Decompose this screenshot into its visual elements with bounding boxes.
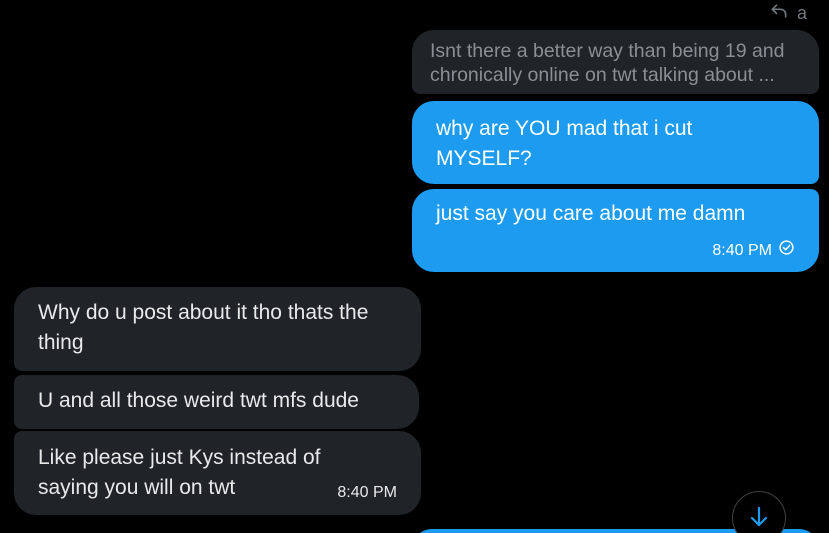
message-timestamp: 8:40 PM xyxy=(337,483,397,503)
outgoing-message[interactable]: just say you care about me damn 8:40 PM xyxy=(412,189,819,272)
reply-icon xyxy=(769,1,789,26)
quoted-message[interactable]: Isnt there a better way than being 19 an… xyxy=(412,30,819,94)
message-text: U and all those weird twt mfs dude xyxy=(38,389,359,412)
message-text: Why do u post about it tho thats the thi… xyxy=(38,301,369,354)
timestamp-text: 8:40 PM xyxy=(712,241,772,259)
sent-check-icon xyxy=(778,239,795,262)
message-timestamp: 8:40 PM xyxy=(712,239,795,262)
incoming-message[interactable]: Why do u post about it tho thats the thi… xyxy=(14,287,421,371)
scroll-to-bottom-button[interactable] xyxy=(732,491,786,533)
outgoing-message[interactable]: why are YOU mad that i cut MYSELF? xyxy=(412,101,819,184)
incoming-message[interactable]: Like please just Kys instead of saying y… xyxy=(14,431,421,515)
quoted-message-line-1: Isnt there a better way than being 19 an… xyxy=(430,40,785,62)
message-text: why are YOU mad that i cut MYSELF? xyxy=(436,117,693,170)
message-text: Like please just Kys instead of saying y… xyxy=(38,446,321,499)
timestamp-text: 8:40 PM xyxy=(337,484,397,501)
dm-conversation: a Isnt there a better way than being 19 … xyxy=(0,0,829,533)
reply-indicator[interactable]: a xyxy=(769,1,807,26)
incoming-message[interactable]: U and all those weird twt mfs dude xyxy=(14,375,419,429)
arrow-down-icon xyxy=(747,505,771,533)
message-text: just say you care about me damn xyxy=(436,202,746,225)
quoted-message-line-2: chronically online on twt talking about … xyxy=(430,64,775,86)
reply-label: a xyxy=(796,3,807,23)
